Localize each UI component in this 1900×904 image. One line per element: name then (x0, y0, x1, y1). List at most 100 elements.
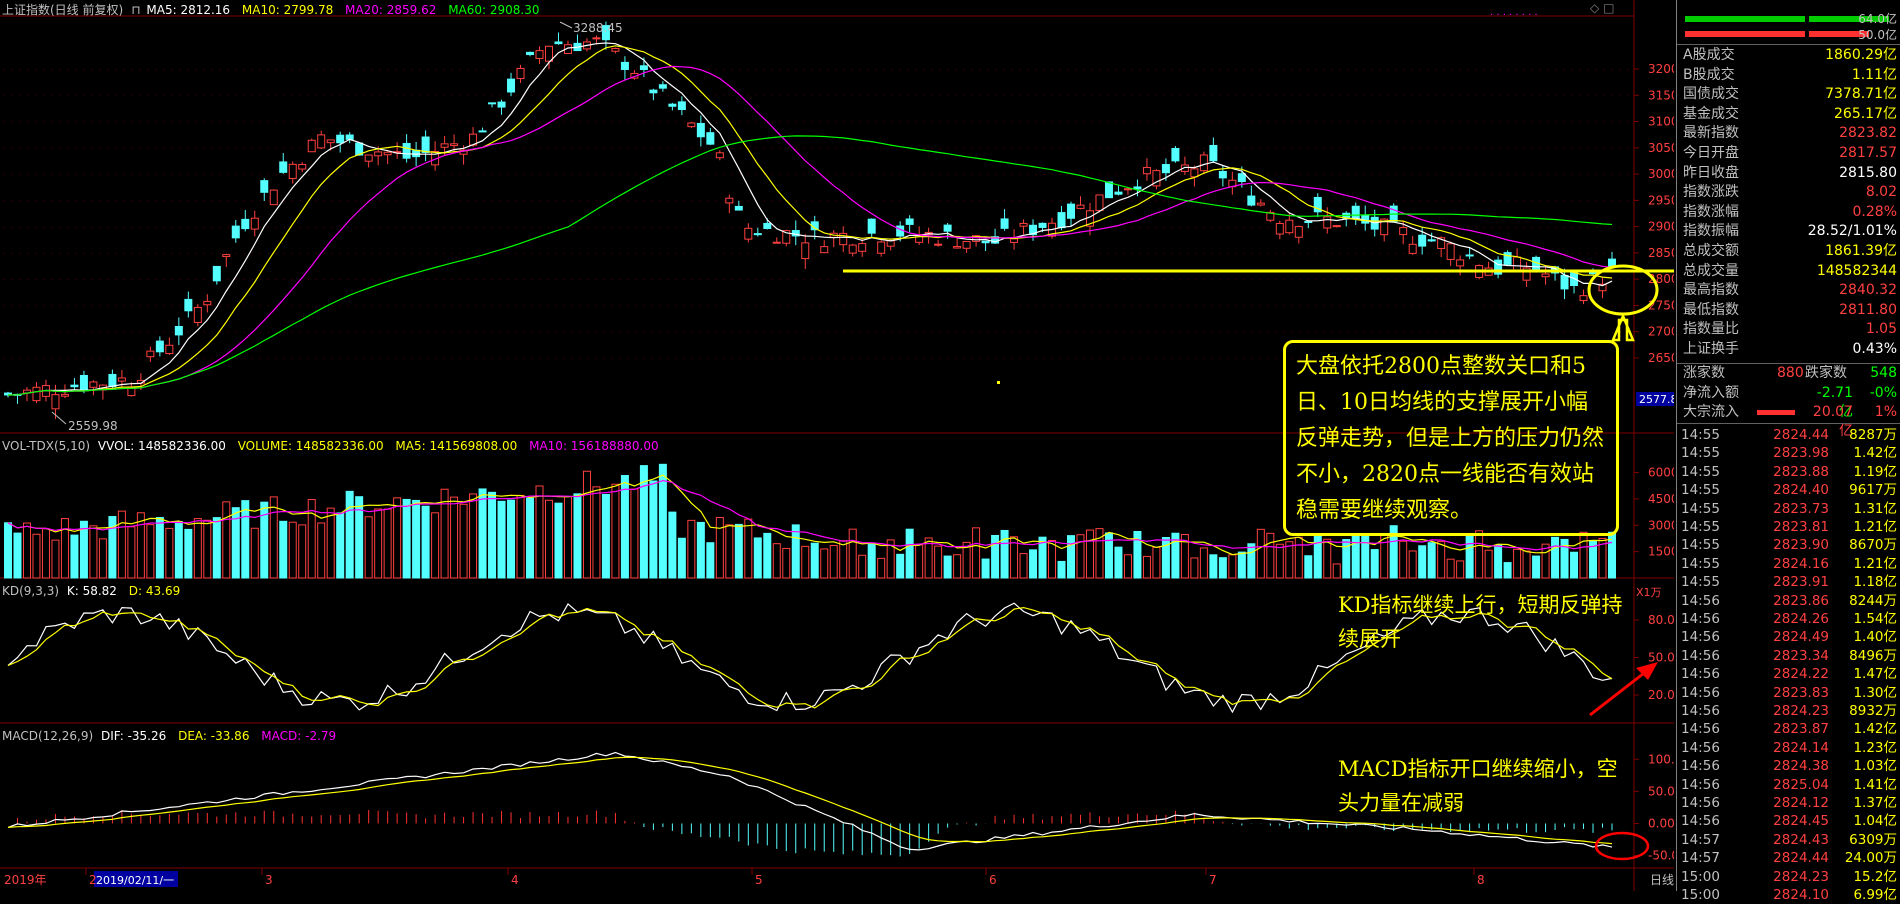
grid-dot (1476, 174, 1477, 176)
grid-dot (628, 305, 629, 307)
grid-dot (572, 252, 573, 254)
grid-dot (980, 331, 981, 333)
grid-dot (156, 358, 157, 359)
grid-dot (868, 331, 869, 333)
grid-dot (1012, 95, 1013, 97)
grid-dot (932, 331, 933, 333)
grid-dot (1148, 279, 1149, 281)
grid-dot (1068, 95, 1069, 97)
grid-dot (852, 95, 853, 97)
grid-dot (1156, 95, 1157, 97)
grid-dot (1188, 174, 1189, 176)
grid-dot (212, 226, 213, 228)
grid-dot (204, 305, 205, 307)
grid-dot (316, 69, 317, 70)
kline-chart-area[interactable]: 3200315031003050300029502900285028002750… (0, 0, 1708, 891)
grid-dot (1084, 147, 1085, 149)
grid-dot (1116, 226, 1117, 228)
grid-dot (756, 95, 757, 97)
square-icon[interactable]: □ (1603, 1, 1614, 15)
grid-dot (364, 358, 365, 359)
grid-dot (1556, 69, 1557, 70)
grid-dot (524, 200, 525, 202)
grid-dot (1172, 95, 1173, 97)
grid-dot (1220, 358, 1221, 359)
grid-dot (12, 174, 13, 176)
grid-dot (1148, 252, 1149, 254)
tick-price: 2824.44 (1773, 850, 1829, 867)
grid-dot (740, 279, 741, 281)
grid-dot (4, 174, 5, 176)
stat-row: 指数涨跌 8.02 (1677, 183, 1900, 202)
grid-dot (1140, 358, 1141, 359)
tick-volume: 1.03亿 (1853, 758, 1897, 775)
grid-dot (1180, 147, 1181, 149)
grid-dot (980, 305, 981, 307)
grid-dot (1444, 95, 1445, 97)
grid-dot (1564, 331, 1565, 333)
grid-dot (1508, 279, 1509, 281)
grid-dot (1132, 331, 1133, 333)
grid-dot (1388, 305, 1389, 307)
diamond-icon[interactable]: ◇ (1590, 1, 1599, 15)
grid-dot (1292, 200, 1293, 202)
grid-dot (1172, 252, 1173, 254)
grid-dot (1028, 279, 1029, 281)
grid-dot (812, 331, 813, 333)
grid-dot (1116, 174, 1117, 176)
grid-dot (636, 252, 637, 254)
grid-dot (860, 358, 861, 359)
grid-dot (892, 226, 893, 228)
grid-dot (1092, 174, 1093, 176)
grid-dot (1284, 279, 1285, 281)
grid-dot (804, 69, 805, 70)
stat-value: 1.05 (1865, 321, 1897, 338)
grid-dot (708, 174, 709, 176)
volume-bar (288, 521, 297, 579)
grid-dot (676, 279, 677, 281)
grid-dot (1132, 279, 1133, 281)
volume-bar (896, 553, 905, 579)
grid-dot (564, 174, 565, 176)
grid-dot (780, 174, 781, 176)
grid-dot (844, 174, 845, 176)
grid-dot (500, 305, 501, 307)
grid-dot (1556, 226, 1557, 228)
tick-price: 2823.90 (1773, 537, 1829, 554)
grid-dot (1484, 174, 1485, 176)
grid-dot (900, 358, 901, 359)
grid-dot (1588, 226, 1589, 228)
grid-dot (1588, 174, 1589, 176)
grid-dot (1116, 121, 1117, 123)
grid-dot (588, 279, 589, 281)
grid-dot (796, 121, 797, 123)
grid-dot (492, 358, 493, 359)
grid-dot (1196, 95, 1197, 97)
grid-dot (284, 95, 285, 97)
grid-dot (932, 305, 933, 307)
grid-dot (1572, 95, 1573, 97)
grid-dot (876, 121, 877, 123)
grid-dot (124, 226, 125, 228)
grid-dot (164, 226, 165, 228)
candle-body (535, 50, 544, 59)
candle-body (1133, 186, 1142, 190)
grid-dot (92, 174, 93, 176)
grid-dot (860, 174, 861, 176)
grid-dot (1444, 279, 1445, 281)
grid-dot (1244, 200, 1245, 202)
candle-body (886, 240, 895, 247)
candle-body (51, 394, 60, 410)
grid-dot (188, 279, 189, 281)
grid-dot (1420, 121, 1421, 123)
grid-dot (60, 147, 61, 149)
grid-dot (148, 121, 149, 123)
grid-dot (1076, 331, 1077, 333)
grid-dot (1124, 331, 1125, 333)
grid-dot (716, 174, 717, 176)
window-controls[interactable]: ◇ □ (1590, 1, 1614, 15)
grid-dot (1196, 279, 1197, 281)
grid-dot (1628, 121, 1629, 123)
grid-dot (1468, 252, 1469, 254)
grid-dot (180, 358, 181, 359)
